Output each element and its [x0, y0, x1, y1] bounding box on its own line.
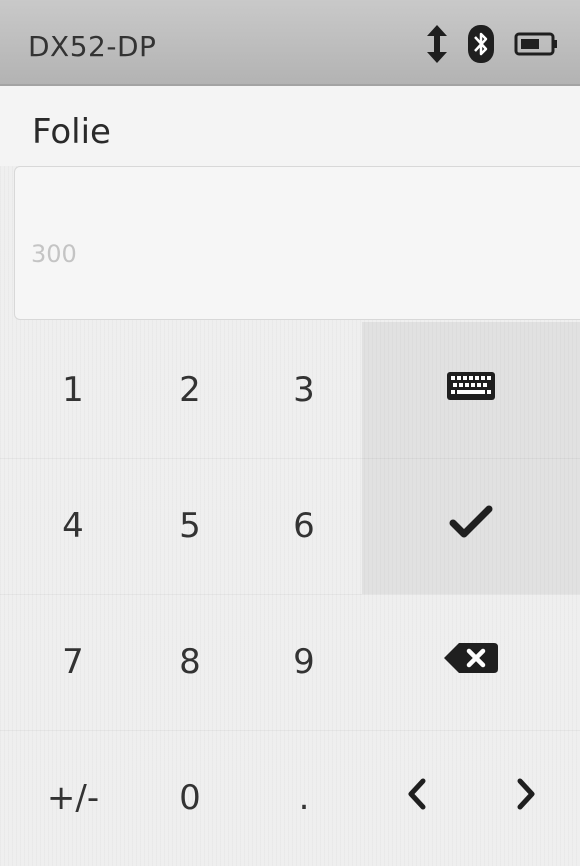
battery-icon: [514, 32, 558, 56]
keyboard-icon: [446, 370, 496, 410]
key-1[interactable]: 1: [18, 322, 128, 458]
keyboard-button[interactable]: [362, 322, 580, 458]
key-4[interactable]: 4: [18, 458, 128, 594]
key-7[interactable]: 7: [18, 594, 128, 730]
status-bar: DX52-DP: [0, 0, 580, 86]
cursor-right-button[interactable]: [471, 730, 580, 866]
confirm-button[interactable]: [362, 458, 580, 594]
status-icons: [408, 24, 558, 64]
key-6[interactable]: 6: [248, 458, 360, 594]
key-5[interactable]: 5: [134, 458, 246, 594]
connection-arrows-icon: [426, 24, 448, 64]
cursor-left-icon: [406, 778, 428, 819]
cursor-left-button[interactable]: [362, 730, 471, 866]
backspace-icon: [443, 642, 499, 683]
key-3[interactable]: 3: [248, 322, 360, 458]
value-input[interactable]: [14, 166, 580, 320]
decimal-point-key[interactable]: .: [248, 730, 360, 866]
key-2[interactable]: 2: [134, 322, 246, 458]
sign-toggle-key[interactable]: +/-: [18, 730, 128, 866]
numeric-keypad: 1 2 3 4 5 6 7 8 9 +/- 0 .: [0, 322, 580, 866]
bluetooth-icon: [466, 24, 496, 64]
backspace-button[interactable]: [362, 594, 580, 730]
device-name: DX52-DP: [28, 30, 157, 63]
key-9[interactable]: 9: [248, 594, 360, 730]
device-screen: DX52-DP Folie 300 1 2 3 4 5 6 7 8 9 +/- …: [0, 0, 580, 866]
key-8[interactable]: 8: [134, 594, 246, 730]
cursor-right-icon: [515, 778, 537, 819]
confirm-check-icon: [449, 505, 493, 548]
field-title: Folie: [32, 112, 111, 152]
key-0[interactable]: 0: [134, 730, 246, 866]
